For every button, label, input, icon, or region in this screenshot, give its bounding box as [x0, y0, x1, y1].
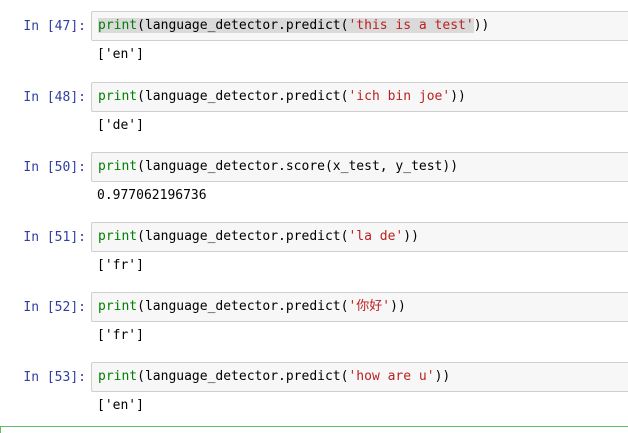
input-prompt: In [48]: — [23, 90, 86, 105]
code-text: (language_detector.predict( — [137, 89, 349, 104]
cell-output: 0.977062196736 — [97, 188, 207, 203]
code-text: (language_detector.predict( — [137, 229, 349, 244]
code-string: 'this is a test' — [348, 18, 474, 33]
code-string: 'la de' — [348, 229, 404, 244]
cell-output: ['en'] — [97, 47, 144, 62]
code-text-end: )) — [403, 229, 419, 244]
code-line[interactable]: print(language_detector.predict('la de')… — [98, 223, 419, 251]
code-string: 'ich bin joe' — [348, 89, 451, 104]
code-keyword: print — [98, 89, 138, 104]
notebook-cell-51[interactable]: In [51]: print(language_detector.predict… — [0, 222, 628, 282]
input-prompt: In [53]: — [23, 370, 86, 385]
code-text: (language_detector.predict( — [137, 18, 349, 33]
code-keyword: print — [98, 299, 138, 314]
code-text: (language_detector.score(x_test, y_test)… — [137, 159, 459, 174]
code-text-end: )) — [390, 299, 406, 314]
code-input-area[interactable]: print(language_detector.predict('how are… — [91, 362, 628, 392]
code-input-area[interactable]: print(language_detector.predict('你好')) — [91, 292, 628, 322]
input-prompt: In [47]: — [23, 19, 86, 34]
code-input-area[interactable]: print(language_detector.score(x_test, y_… — [91, 152, 628, 182]
code-line[interactable]: print(language_detector.predict('this is… — [98, 12, 489, 40]
code-text-end: )) — [473, 18, 490, 33]
code-string: 'how are u' — [348, 369, 435, 384]
code-input-area[interactable]: print(language_detector.predict('la de')… — [91, 222, 628, 252]
cell-output: ['en'] — [97, 398, 144, 413]
code-input-area[interactable]: print(language_detector.predict('ich bin… — [91, 82, 628, 112]
code-line[interactable]: print(language_detector.predict('how are… — [98, 363, 450, 391]
notebook-cell-47[interactable]: In [47]: print(language_detector.predict… — [0, 11, 628, 71]
cell-output: ['de'] — [97, 118, 144, 133]
code-line[interactable]: print(language_detector.predict('ich bin… — [98, 83, 466, 111]
input-prompt: In [50]: — [23, 160, 86, 175]
cell-output: ['fr'] — [97, 258, 144, 273]
next-cell-selected-edge[interactable] — [0, 426, 628, 433]
cell-output: ['fr'] — [97, 328, 144, 343]
input-prompt: In [52]: — [23, 300, 86, 315]
code-keyword: print — [98, 229, 138, 244]
code-text: (language_detector.predict( — [137, 299, 349, 314]
code-line[interactable]: print(language_detector.score(x_test, y_… — [98, 153, 458, 181]
code-text-end: )) — [450, 89, 466, 104]
code-keyword: print — [98, 369, 138, 384]
code-string: '你好' — [348, 299, 391, 314]
code-line[interactable]: print(language_detector.predict('你好')) — [98, 293, 406, 321]
notebook-cell-50[interactable]: In [50]: print(language_detector.score(x… — [0, 152, 628, 212]
code-text: (language_detector.predict( — [137, 369, 349, 384]
notebook-cell-53[interactable]: In [53]: print(language_detector.predict… — [0, 362, 628, 422]
code-input-area[interactable]: print(language_detector.predict('this is… — [91, 11, 628, 41]
input-prompt: In [51]: — [23, 230, 86, 245]
notebook-cell-48[interactable]: In [48]: print(language_detector.predict… — [0, 82, 628, 142]
code-keyword: print — [98, 159, 138, 174]
code-keyword: print — [98, 18, 138, 33]
code-text-end: )) — [434, 369, 451, 384]
notebook-cell-52[interactable]: In [52]: print(language_detector.predict… — [0, 292, 628, 352]
